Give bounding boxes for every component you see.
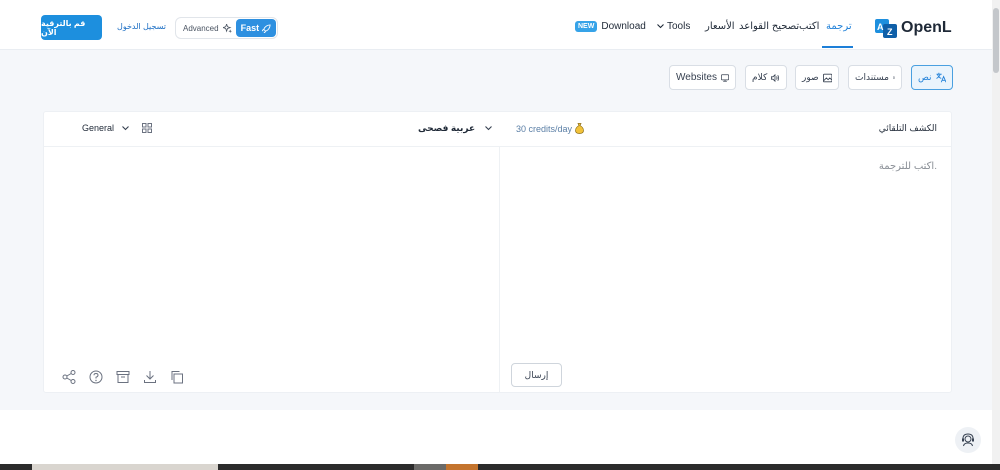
tab-documents[interactable]: مستندات [848,65,902,90]
tab-text-label: نص [918,72,932,82]
nav-grammar[interactable]: تصحيح القواعد [739,21,799,32]
mode-fast-label: Fast [240,23,260,33]
nav-tools-dropdown[interactable]: Tools [657,21,690,32]
archive-icon[interactable] [115,369,131,385]
target-language-selector[interactable]: عربية فصحى [418,123,493,134]
nav-tools-label: Tools [667,21,691,32]
credits-indicator: 30 credits/day [516,123,584,134]
panel-column-divider [499,146,500,393]
panel-header-divider [44,146,951,147]
share-icon[interactable] [61,369,77,385]
tab-websites[interactable]: Websites [669,65,736,90]
sparkles-icon [222,23,232,33]
style-label: General [82,123,115,133]
mode-advanced-option[interactable]: Advanced [183,23,232,33]
taskbar-app[interactable] [414,464,446,470]
mode-fast-option[interactable]: Fast [235,19,277,37]
help-circle-icon[interactable] [88,369,104,385]
top-header: قم بالترقية الآن تسجيل الدخول Advanced F… [0,0,992,50]
login-link[interactable]: تسجيل الدخول [117,22,166,31]
tab-text[interactable]: نص [911,65,953,90]
logo-text: OpenL [901,19,952,36]
page-footer-area [0,410,992,464]
support-agent-icon [962,433,974,447]
target-language-label: عربية فصحى [418,123,476,133]
money-bag-icon [575,123,584,134]
openl-logo-icon: A Z [875,19,897,38]
taskbar-search[interactable] [32,464,218,470]
speaker-icon [771,73,780,82]
translator-panel: General عربية فصحى 30 credits/day الكشف … [43,111,952,393]
translate-icon [935,72,946,83]
new-badge: NEW [575,21,598,32]
nav-prices[interactable]: الأسعار [705,21,735,32]
nav-active-indicator [822,46,853,48]
source-language-selector[interactable]: الكشف التلقائي [879,123,937,134]
svg-text:A: A [877,22,884,32]
openl-logo[interactable]: A Z OpenL [875,17,952,39]
send-button[interactable]: إرسال [511,363,562,387]
os-taskbar [0,464,1000,470]
tab-documents-label: مستندات [855,72,889,82]
speed-mode-toggle: Advanced Fast [175,17,278,39]
mode-advanced-label: Advanced [183,23,219,33]
image-icon [822,73,832,82]
chevron-down-icon [485,126,493,131]
style-selector[interactable]: General [82,123,129,133]
nav-download[interactable]: NEW Download [575,21,646,32]
tab-images[interactable]: صور [795,65,839,90]
upgrade-now-button[interactable]: قم بالترقية الآن [41,15,102,40]
nav-write[interactable]: اكتب [799,21,819,32]
nav-translate[interactable]: ترجمة [826,21,852,32]
chevron-down-icon [122,125,129,130]
page-scrollbar[interactable] [992,0,1000,470]
tab-websites-label: Websites [676,72,717,83]
nav-download-label: Download [601,21,646,32]
grid-icon[interactable] [142,123,152,133]
monitor-icon [720,73,729,82]
source-text-input[interactable]: اكتب للترجمة. [879,161,937,172]
rocket-icon [262,23,271,33]
output-actions [61,369,185,385]
chevron-down-icon [657,24,664,29]
credits-label: 30 credits/day [516,123,573,134]
tab-speech[interactable]: كلام [745,65,787,90]
document-icon [892,76,895,79]
copy-icon[interactable] [169,369,185,385]
tab-images-label: صور [802,72,819,82]
scroll-thumb[interactable] [993,8,999,73]
tab-speech-label: كلام [752,72,768,82]
support-chat-button[interactable] [955,427,981,453]
taskbar-app-active[interactable] [446,464,478,470]
download-icon[interactable] [142,369,158,385]
svg-text:Z: Z [887,27,893,37]
